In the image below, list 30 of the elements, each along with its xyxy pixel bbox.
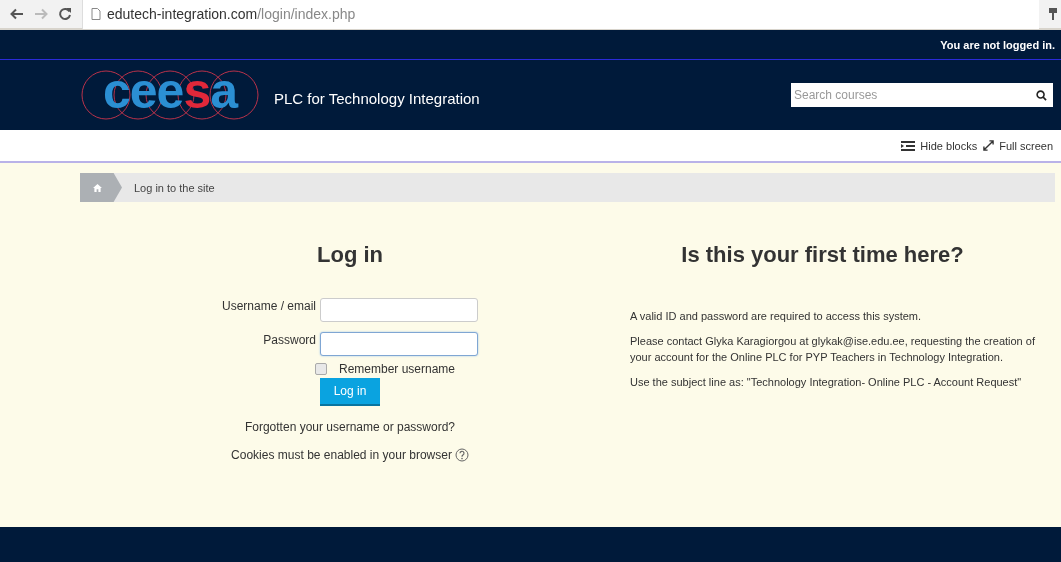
back-icon[interactable] <box>10 7 24 21</box>
search-field[interactable]: Search courses <box>791 83 1053 107</box>
input-field[interactable] <box>320 298 478 322</box>
hide-blocks-link[interactable]: Hide blocks <box>901 139 978 152</box>
field-label: Username / email <box>222 299 316 313</box>
login-heading: Log in <box>317 242 383 268</box>
full-screen-link[interactable]: Full screen <box>983 139 1053 152</box>
checkbox-label: Remember username <box>338 362 455 376</box>
site-name[interactable]: PLC for Technology Integration <box>274 89 480 107</box>
checkbox[interactable] <box>314 363 327 375</box>
home-icon <box>92 183 102 192</box>
info-paragraph: Please contact Glyka Karagiorgou at glykak@ise.edu.ee, requesting the creation of your account for the Online PLC for PYP Teachers in Technology Integration. <box>630 333 1035 365</box>
search-icon[interactable] <box>1036 90 1047 101</box>
info-heading: Is this your first time here? <box>681 242 964 268</box>
info-paragraph: A valid ID and password are required to access this system. <box>630 309 922 324</box>
extension-icon[interactable] <box>1049 8 1057 20</box>
help-icon[interactable] <box>454 448 469 462</box>
info-paragraph: Use the subject line as: "Technology Integration- Online PLC - Account Request" <box>630 374 1022 390</box>
field-label: Password <box>262 333 316 347</box>
cookies-note: Cookies must be enabled in your browser <box>231 448 452 462</box>
expand-icon <box>983 140 995 151</box>
input-field[interactable] <box>320 332 478 356</box>
forgot-password-link[interactable]: Forgotten your username or password? <box>244 420 456 434</box>
address-bar[interactable]: edutech-integration.com/login/index.php <box>82 0 1039 29</box>
breadcrumb-item: Log in to the site <box>134 181 215 194</box>
reload-icon[interactable] <box>58 7 72 21</box>
indent-icon <box>901 140 916 151</box>
url-text: edutech-integration.com/login/index.php <box>107 6 356 22</box>
login-status: You are not logged in. <box>940 38 1055 51</box>
page-icon <box>91 8 101 20</box>
